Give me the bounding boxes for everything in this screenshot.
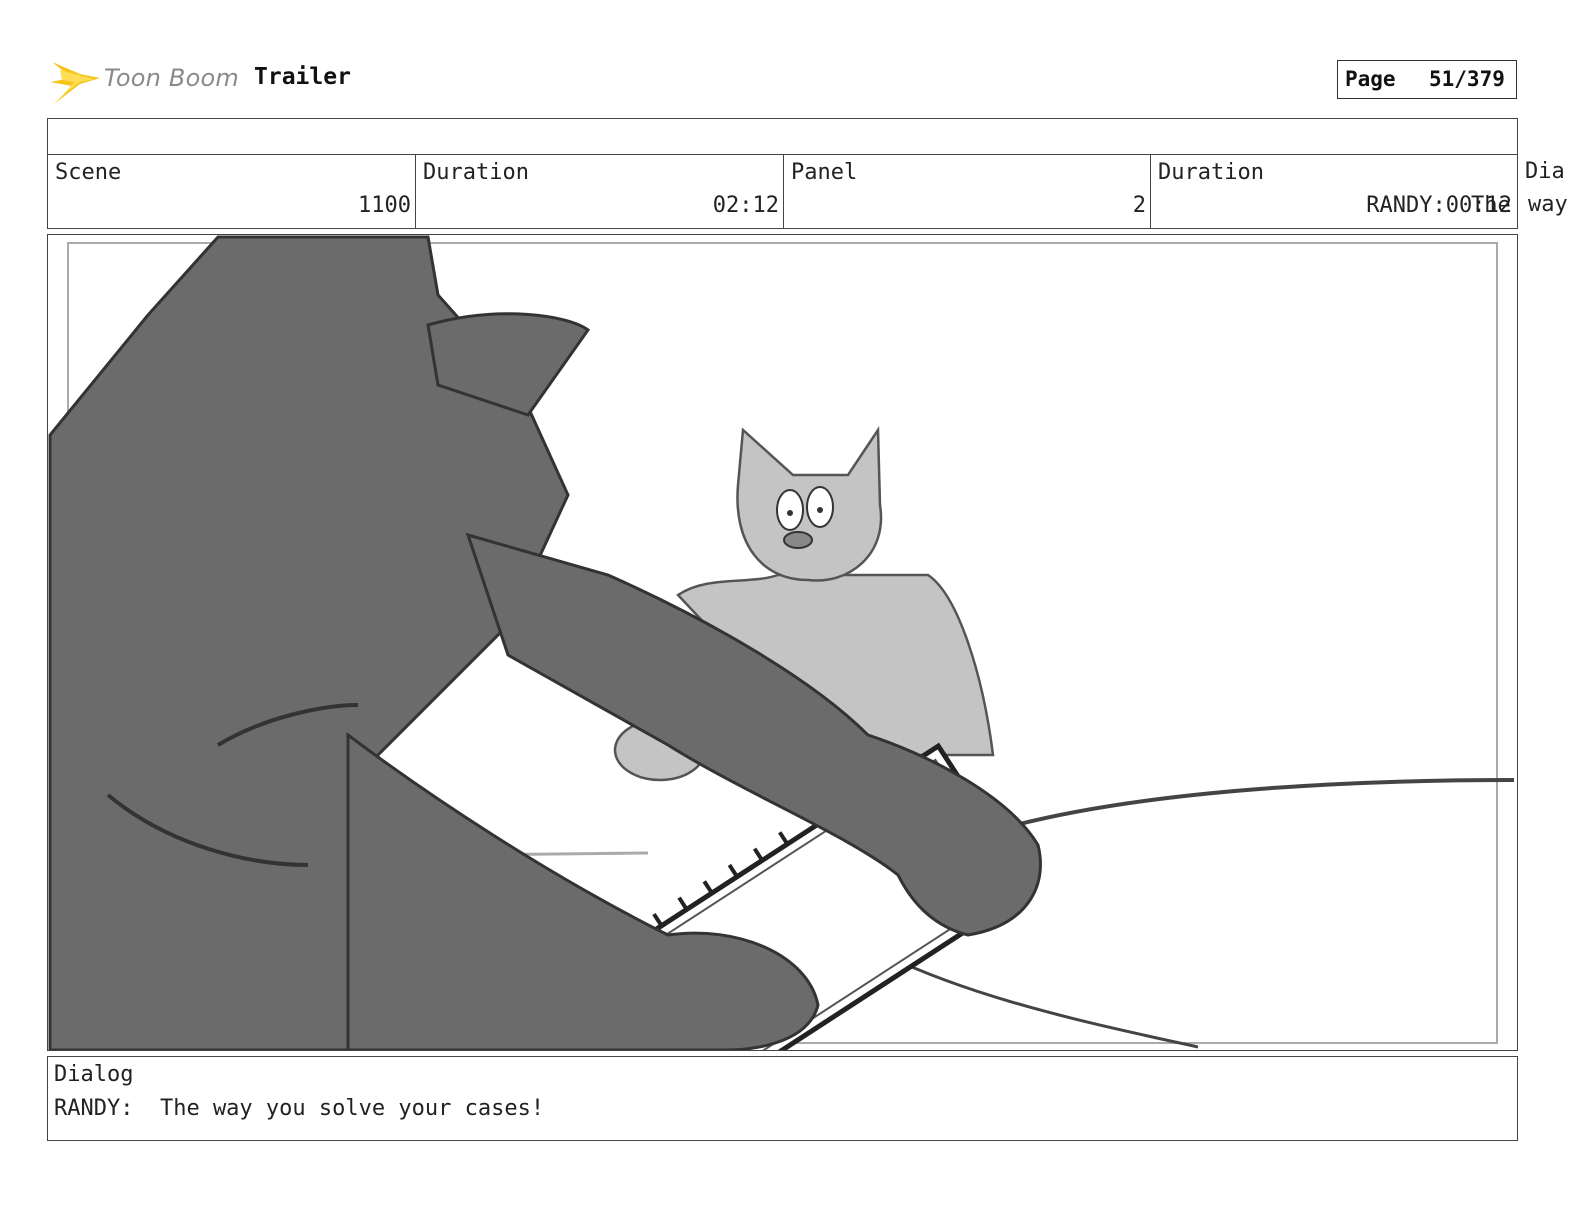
scene-duration-label: Duration: [423, 160, 529, 185]
blank-header-row: [47, 118, 1518, 155]
logo-text: Toon Boom: [104, 64, 239, 92]
storyboard-panel-image: [47, 234, 1518, 1051]
page-indicator: Page 51/379: [1337, 60, 1517, 99]
panel-value: 2: [1132, 193, 1146, 218]
scene-cell: Scene 1100: [48, 155, 416, 228]
clipped-dialog-label: Dia: [1525, 159, 1565, 184]
project-title: Trailer: [254, 64, 351, 90]
overlap-text: The: [1471, 193, 1511, 218]
scene-duration-value: 02:12: [712, 193, 779, 218]
star-burst-icon: [50, 62, 100, 104]
panel-cell: Panel 2: [784, 155, 1151, 228]
scene-duration-cell: Duration 02:12: [416, 155, 784, 228]
panel-duration-cell: Duration RANDY:00:12 The: [1151, 155, 1518, 228]
dialog-text: RANDY: The way you solve your cases!: [54, 1096, 545, 1121]
panel-label: Panel: [791, 160, 858, 185]
dialog-label: Dialog: [54, 1062, 134, 1087]
page-label: Page: [1345, 67, 1396, 91]
page-number: 51/379: [1429, 67, 1505, 91]
scene-value: 1100: [358, 193, 411, 218]
sketch-illustration: [48, 235, 1515, 1050]
clipped-dialog-value: way: [1528, 192, 1568, 217]
dialog-box: Dialog RANDY: The way you solve your cas…: [47, 1056, 1518, 1141]
panel-info-row: Scene 1100 Duration 02:12 Panel 2 Durati…: [47, 154, 1518, 229]
panel-duration-label: Duration: [1158, 160, 1264, 185]
scene-label: Scene: [55, 160, 122, 185]
